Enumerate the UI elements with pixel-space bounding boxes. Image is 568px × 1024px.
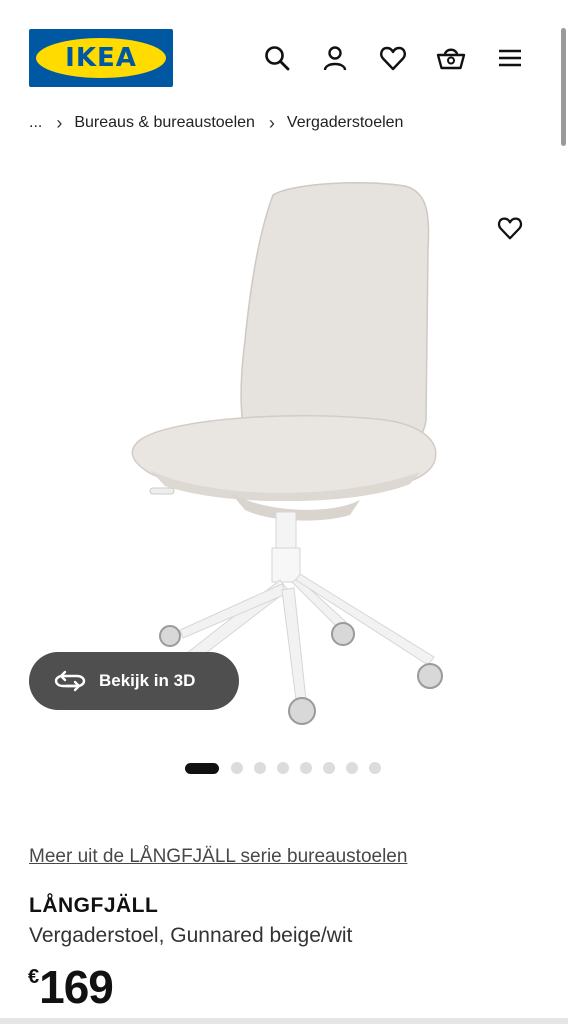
breadcrumb-bureaus[interactable]: Bureaus & bureaustoelen — [74, 114, 255, 132]
carousel-dot-7[interactable] — [346, 762, 358, 774]
breadcrumb-vergaderstoelen[interactable]: Vergaderstoelen — [287, 114, 404, 132]
carousel-dot-3[interactable] — [254, 762, 266, 774]
breadcrumb: ... › Bureaus & bureaustoelen › Vergader… — [29, 112, 403, 134]
carousel-dot-1[interactable] — [185, 762, 219, 774]
user-icon[interactable] — [320, 43, 350, 73]
menu-icon[interactable] — [495, 43, 525, 73]
view-in-3d-label: Bekijk in 3D — [99, 671, 196, 690]
price-value: 169 — [39, 961, 114, 1013]
search-icon[interactable] — [262, 43, 292, 73]
product-price: € 169 — [28, 960, 114, 1014]
add-to-wishlist-heart-icon[interactable] — [496, 214, 524, 242]
rotate-3d-icon — [53, 669, 87, 693]
chevron-right-icon: › — [56, 112, 63, 133]
heart-icon[interactable] — [378, 43, 408, 73]
carousel-dot-2[interactable] — [231, 762, 243, 774]
logo-text: IKEA — [65, 43, 137, 73]
view-in-3d-button[interactable]: Bekijk in 3D — [29, 652, 239, 710]
breadcrumb-ellipsis[interactable]: ... — [29, 114, 42, 132]
basket-icon[interactable] — [436, 43, 466, 73]
carousel-dot-8[interactable] — [369, 762, 381, 774]
product-name: LÅNGFJÄLL — [29, 894, 159, 917]
carousel-dot-5[interactable] — [300, 762, 312, 774]
bottom-divider — [0, 1018, 568, 1024]
product-description: Vergaderstoel, Gunnared beige/wit — [29, 924, 353, 947]
chevron-right-icon: › — [268, 112, 275, 133]
series-link[interactable]: Meer uit de LÅNGFJÄLL serie bureaustoele… — [29, 846, 407, 868]
carousel-dot-6[interactable] — [323, 762, 335, 774]
price-currency: € — [28, 966, 40, 988]
ikea-logo[interactable]: IKEA — [29, 29, 173, 87]
page-scrollbar[interactable] — [561, 28, 566, 146]
image-carousel-dots — [185, 762, 392, 774]
site-header: IKEA — [0, 0, 568, 110]
carousel-dot-4[interactable] — [277, 762, 289, 774]
